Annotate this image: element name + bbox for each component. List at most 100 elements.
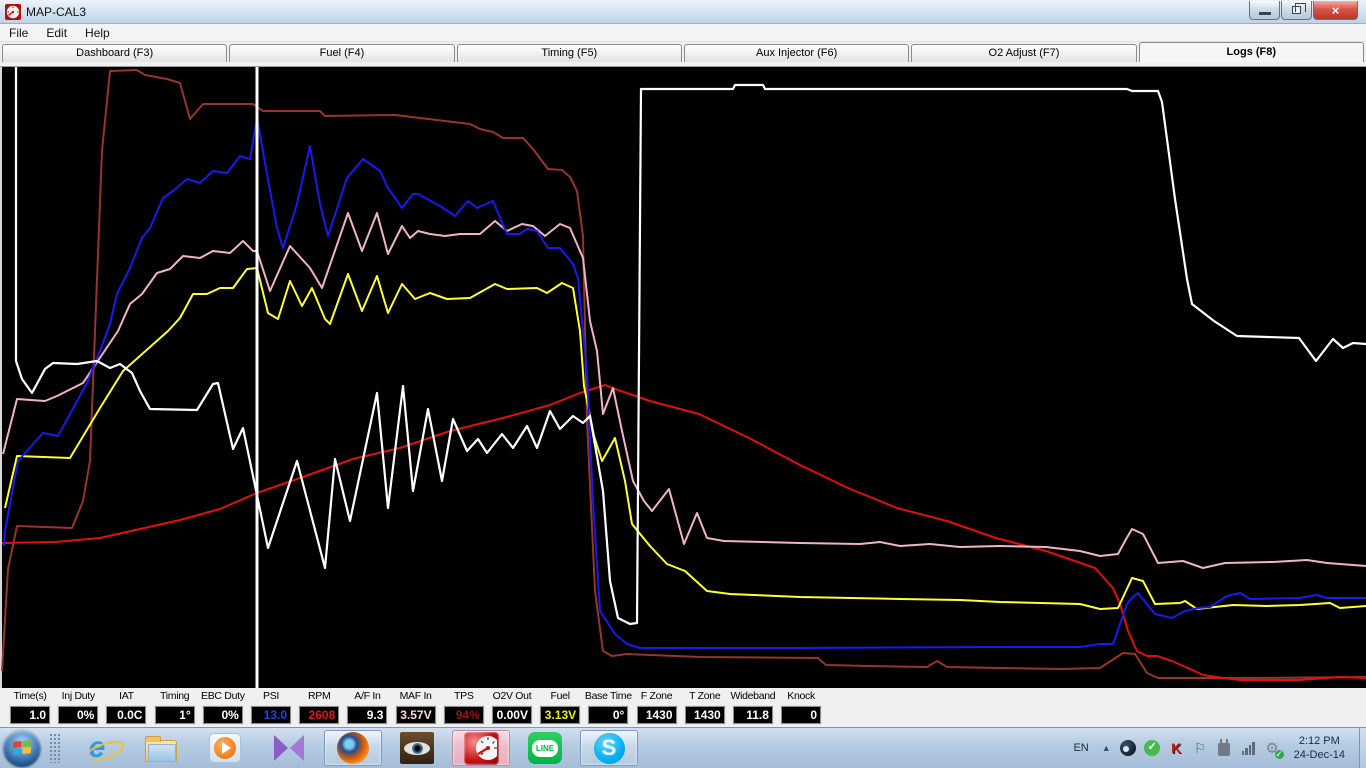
channel-value-row: 1.0 0% 0.0C 1° 0% 13.0 2608 9.3 3.57V 94% 0.00V 3.1… xyxy=(0,705,1366,727)
channel-label-psi: PSI xyxy=(247,688,295,705)
tab-fuel-f4-[interactable]: Fuel (F4) xyxy=(229,44,454,62)
kaspersky-tray-icon[interactable]: K xyxy=(1168,740,1185,757)
clock-date: 24-Dec-14 xyxy=(1294,748,1345,762)
channel-data-bar: Time(s)Inj DutyIATTimingEBC DutyPSIRPMA/… xyxy=(0,688,1366,727)
channel-label-row: Time(s)Inj DutyIATTimingEBC DutyPSIRPMA/… xyxy=(0,688,1366,705)
restore-button[interactable] xyxy=(1281,1,1312,20)
title-bar[interactable]: MAP-CAL3 × xyxy=(0,0,1366,24)
taskbar-pinned-kmplayer[interactable] xyxy=(271,731,307,765)
channel-value-timing: 1° xyxy=(154,705,196,725)
channel-label-timing: Timing xyxy=(151,688,199,705)
channel-value-psi: 13.0 xyxy=(250,705,292,725)
channel-value-inj-duty: 0% xyxy=(57,705,99,725)
channel-value-fuel: 3.13V xyxy=(539,705,581,725)
yellow-trace xyxy=(5,268,1366,609)
channel-value-tps: 94% xyxy=(443,705,485,725)
action-center-flag-icon[interactable]: ⚐ xyxy=(1192,740,1209,757)
windows-taskbar: e LINE S EN ▲ ✓ K ⚐ ⚙ 2:12 PM24-Dec-14 xyxy=(0,727,1366,768)
brown-trace xyxy=(2,70,1366,678)
restore-icon xyxy=(1292,6,1301,14)
channel-value-knock: 0 xyxy=(780,705,822,725)
close-icon: × xyxy=(1332,3,1340,18)
tab-aux-injector-f6-[interactable]: Aux Injector (F6) xyxy=(684,44,909,62)
line-messenger-icon: LINE xyxy=(528,732,562,764)
channel-value-wideband: 11.8 xyxy=(732,705,774,725)
channel-label-iat: IAT xyxy=(102,688,150,705)
channel-label-tps: TPS xyxy=(440,688,488,705)
language-indicator[interactable]: EN xyxy=(1069,742,1092,754)
antivirus-ok-tray-icon[interactable]: ✓ xyxy=(1144,740,1161,757)
tab-timing-f5-[interactable]: Timing (F5) xyxy=(457,44,682,62)
channel-label-ebc-duty: EBC Duty xyxy=(199,688,247,705)
gauge-icon xyxy=(464,732,499,765)
channel-label-time-s-: Time(s) xyxy=(6,688,54,705)
app-gauge-icon xyxy=(5,4,21,20)
folder-icon xyxy=(145,740,177,762)
kmplayer-icon xyxy=(274,735,304,761)
menu-bar: FileEditHelp xyxy=(0,24,1366,42)
power-plug-icon[interactable] xyxy=(1216,740,1233,757)
channel-value-time-s-: 1.0 xyxy=(9,705,51,725)
menu-item-file[interactable]: File xyxy=(0,26,37,40)
channel-label-fuel: Fuel xyxy=(536,688,584,705)
taskbar-pinned-windows-explorer[interactable] xyxy=(143,731,179,765)
channel-label-knock: Knock xyxy=(777,688,825,705)
system-tray: EN ▲ ✓ K ⚐ ⚙ 2:12 PM24-Dec-14 xyxy=(1069,734,1357,762)
log-chart-canvas[interactable] xyxy=(0,67,1366,688)
steam-tray-icon[interactable] xyxy=(1120,740,1137,757)
channel-value-o2v-out: 0.00V xyxy=(491,705,533,725)
start-button[interactable] xyxy=(3,729,41,767)
menu-item-edit[interactable]: Edit xyxy=(37,26,76,40)
red-trace xyxy=(2,385,1366,680)
media-player-icon xyxy=(209,733,241,763)
channel-value-rpm: 2608 xyxy=(298,705,340,725)
windows-flag-icon xyxy=(12,740,32,756)
show-hidden-icons-arrow[interactable]: ▲ xyxy=(1100,743,1113,753)
blue-trace xyxy=(4,118,1366,648)
channel-value-ebc-duty: 0% xyxy=(202,705,244,725)
channel-value-t-zone: 1430 xyxy=(684,705,726,725)
taskbar-clock[interactable]: 2:12 PM24-Dec-14 xyxy=(1288,734,1351,762)
window-title: MAP-CAL3 xyxy=(26,5,86,19)
channel-label-t-zone: T Zone xyxy=(681,688,729,705)
tab-o2-adjust-f7-[interactable]: O2 Adjust (F7) xyxy=(911,44,1136,62)
channel-label-maf-in: MAF In xyxy=(392,688,440,705)
channel-value-base-time: 0° xyxy=(587,705,629,725)
update-gears-icon[interactable]: ⚙ xyxy=(1264,740,1281,757)
taskbar-grip-handle[interactable] xyxy=(49,733,61,763)
tab-bar: Dashboard (F3)Fuel (F4)Timing (F5)Aux In… xyxy=(0,42,1366,62)
tab-dashboard-f3-[interactable]: Dashboard (F3) xyxy=(2,44,227,62)
clock-time: 2:12 PM xyxy=(1294,734,1345,748)
channel-label-inj-duty: Inj Duty xyxy=(54,688,102,705)
white-trace xyxy=(16,67,1366,624)
channel-value-maf-in: 3.57V xyxy=(395,705,437,725)
app-window: MAP-CAL3 × FileEditHelp Dashboard (F3)Fu… xyxy=(0,0,1366,768)
channel-label-o2v-out: O2V Out xyxy=(488,688,536,705)
channel-value-a-f-in: 9.3 xyxy=(346,705,388,725)
firefox-icon xyxy=(337,732,369,764)
skype-icon: S xyxy=(594,733,625,764)
channel-label-f-zone: F Zone xyxy=(632,688,680,705)
tab-logs-f8-[interactable]: Logs (F8) xyxy=(1139,42,1364,62)
taskbar-button-firefox[interactable] xyxy=(324,730,382,766)
menu-item-help[interactable]: Help xyxy=(76,26,119,40)
channel-value-f-zone: 1430 xyxy=(636,705,678,725)
taskbar-pinned-internet-explorer[interactable]: e xyxy=(79,731,115,765)
network-bars-icon[interactable] xyxy=(1240,740,1257,757)
channel-value-iat: 0.0C xyxy=(105,705,147,725)
close-button[interactable]: × xyxy=(1313,1,1358,20)
taskbar-pinned-photo-viewer[interactable] xyxy=(399,731,435,765)
taskbar-button-map-cal3[interactable] xyxy=(452,730,510,766)
pink-trace xyxy=(3,213,1366,568)
channel-label-wideband: Wideband xyxy=(729,688,777,705)
eye-photo-icon xyxy=(400,732,434,764)
channel-label-base-time: Base Time xyxy=(584,688,632,705)
taskbar-pinned-media-player[interactable] xyxy=(207,731,243,765)
taskbar-pinned-line[interactable]: LINE xyxy=(527,731,563,765)
internet-explorer-icon: e xyxy=(89,733,106,763)
channel-label-a-f-in: A/F In xyxy=(343,688,391,705)
minimize-button[interactable] xyxy=(1249,1,1280,20)
minimize-icon xyxy=(1259,12,1271,15)
taskbar-button-skype[interactable]: S xyxy=(580,730,638,766)
show-desktop-button[interactable] xyxy=(1359,728,1366,768)
